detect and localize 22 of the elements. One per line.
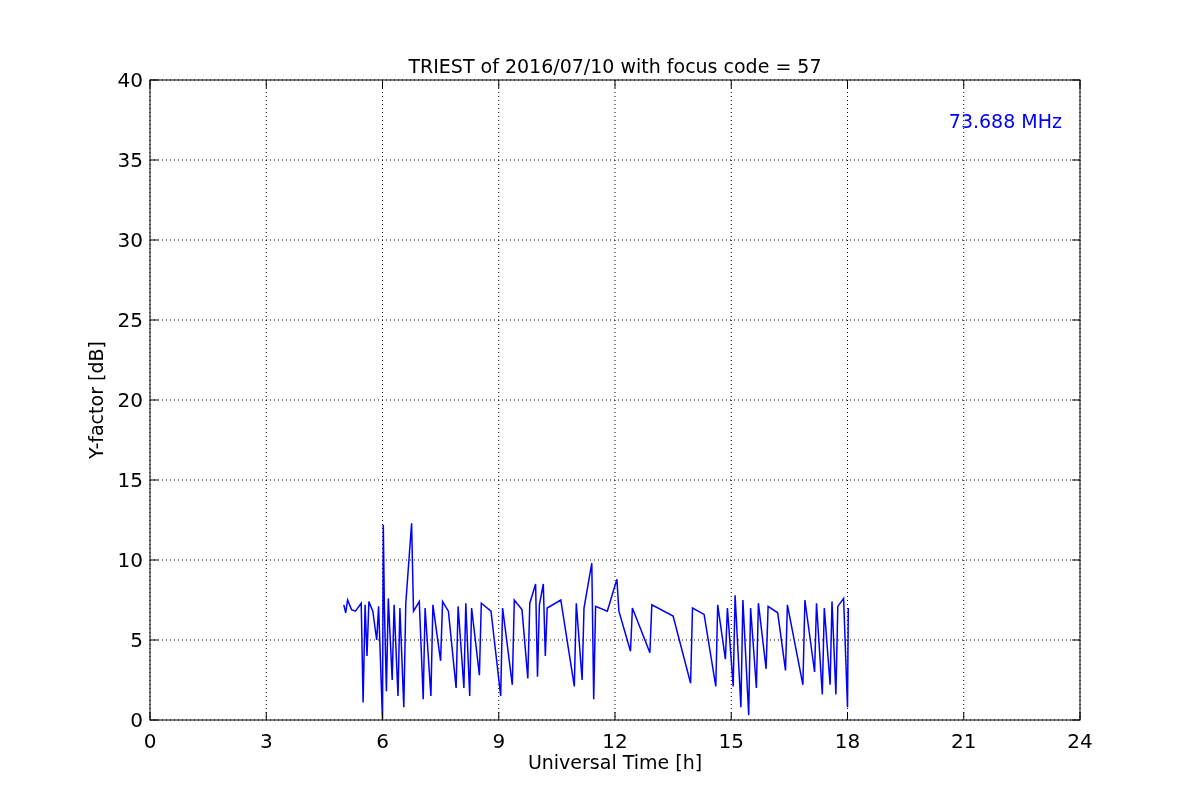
y-tick-label: 30 [117, 228, 143, 252]
x-tick-label: 0 [143, 729, 157, 753]
x-tick-label: 21 [951, 729, 977, 753]
y-tick-label: 10 [117, 548, 143, 572]
chart-title: TRIEST of 2016/07/10 with focus code = 57 [408, 55, 822, 77]
y-tick-label: 5 [130, 628, 143, 652]
y-tick-label: 40 [117, 68, 143, 92]
y-tick-label: 35 [117, 148, 143, 172]
x-tick-label: 24 [1067, 729, 1093, 753]
y-tick-label: 0 [130, 708, 143, 732]
x-axis-label: Universal Time [h] [527, 751, 703, 773]
x-tick-label: 18 [834, 729, 861, 753]
y-tick-label: 15 [117, 468, 143, 492]
y-tick-label: 25 [117, 308, 143, 332]
x-tick-label: 15 [718, 729, 744, 753]
x-tick-label: 6 [376, 729, 389, 753]
series-label: 73.688 MHz [948, 110, 1062, 132]
y-tick-label: 20 [117, 388, 143, 412]
x-tick-label: 3 [259, 729, 273, 753]
x-tick-label: 9 [492, 729, 506, 753]
x-tick-label: 12 [602, 729, 628, 753]
y-axis-label: Y-factor [dB] [85, 341, 107, 459]
